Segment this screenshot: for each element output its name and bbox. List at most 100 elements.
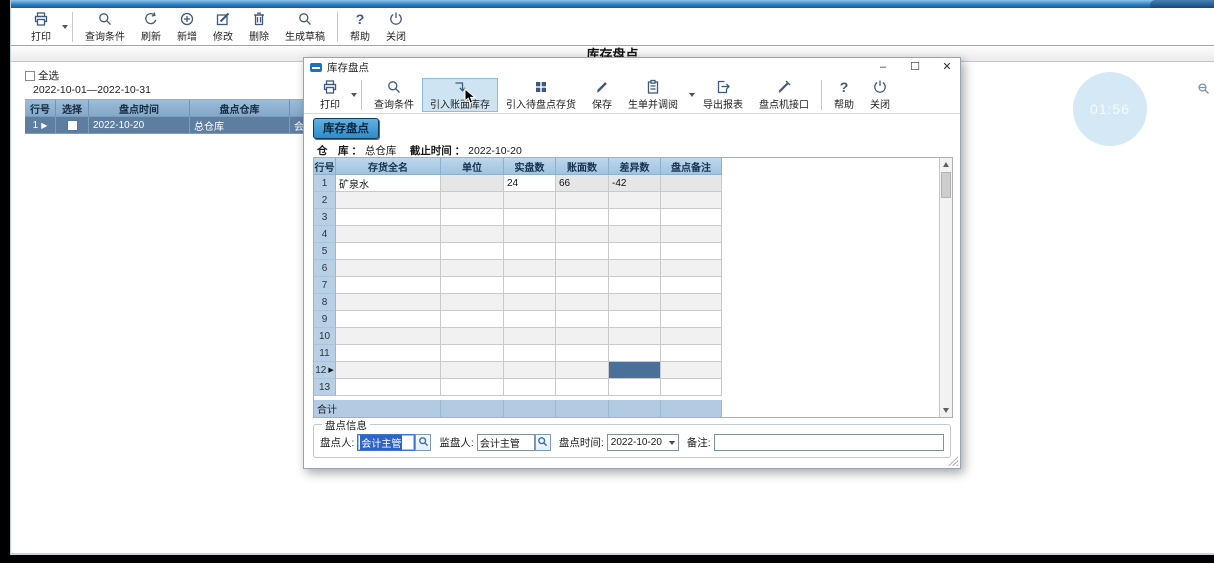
dialog-title-bar[interactable]: 库存盘点 – ☐ ✕ bbox=[304, 58, 960, 77]
grid-cell-unit[interactable] bbox=[441, 243, 504, 260]
grid-cell-diff[interactable] bbox=[609, 192, 661, 209]
grid-cell-note[interactable] bbox=[661, 294, 722, 311]
grid-cell-book[interactable] bbox=[556, 277, 609, 294]
grid-cell-name[interactable] bbox=[336, 345, 441, 362]
grid-cell-book[interactable] bbox=[556, 311, 609, 328]
grid-cell-note[interactable] bbox=[661, 277, 722, 294]
grid-row-number[interactable]: 2 bbox=[314, 192, 336, 209]
grid-cell-name[interactable] bbox=[336, 294, 441, 311]
grid-cell-actual[interactable] bbox=[504, 328, 556, 345]
select-all-checkbox[interactable]: 全选 bbox=[25, 68, 59, 83]
grid-cell-diff[interactable] bbox=[609, 243, 661, 260]
count-time-combobox[interactable]: 2022-10-20 bbox=[607, 434, 679, 451]
maximize-button[interactable]: ☐ bbox=[908, 58, 922, 77]
toolbar-button-refresh[interactable]: 刷新 bbox=[133, 10, 169, 44]
row-checkbox[interactable] bbox=[56, 117, 89, 134]
grid-cell-diff[interactable] bbox=[609, 209, 661, 226]
grid-cell-actual[interactable] bbox=[504, 345, 556, 362]
grid-cell-unit[interactable] bbox=[441, 311, 504, 328]
grid-cell-actual[interactable] bbox=[504, 243, 556, 260]
toolbar-button-device-pen[interactable]: 盘点机接口 bbox=[751, 78, 817, 112]
grid-cell-book[interactable] bbox=[556, 243, 609, 260]
grid-cell-name[interactable] bbox=[336, 209, 441, 226]
grid-cell-book[interactable] bbox=[556, 345, 609, 362]
grid-cell-diff[interactable] bbox=[609, 379, 661, 396]
toolbar-button-help[interactable]: ?帮助 bbox=[342, 10, 378, 44]
grid-cell-book[interactable] bbox=[556, 226, 609, 243]
grid-cell-unit[interactable] bbox=[441, 328, 504, 345]
grid-cell-name[interactable] bbox=[336, 362, 441, 379]
toolbar-button-search[interactable]: 生成草稿 bbox=[277, 10, 333, 44]
grid-cell-note[interactable] bbox=[661, 362, 722, 379]
grid-cell-book[interactable] bbox=[556, 328, 609, 345]
scroll-down-arrow-icon[interactable] bbox=[940, 404, 952, 417]
grid-cell-actual[interactable] bbox=[504, 260, 556, 277]
grid-cell-actual[interactable] bbox=[504, 277, 556, 294]
grid-row-number[interactable]: 11 bbox=[314, 345, 336, 362]
toolbar-button-help[interactable]: ?帮助 bbox=[826, 78, 862, 112]
grid-cell-unit[interactable] bbox=[441, 226, 504, 243]
toolbar-button-grid[interactable]: 引入待盘点存货 bbox=[498, 78, 584, 112]
grid-cell-actual[interactable] bbox=[504, 192, 556, 209]
grid-cell-note[interactable] bbox=[661, 311, 722, 328]
grid-cell-diff[interactable] bbox=[609, 311, 661, 328]
grid-cell-unit[interactable] bbox=[441, 260, 504, 277]
grid-cell-diff[interactable] bbox=[609, 277, 661, 294]
grid-row-number[interactable]: 5 bbox=[314, 243, 336, 260]
grid-cell-note[interactable] bbox=[661, 379, 722, 396]
grid-cell-actual[interactable] bbox=[504, 379, 556, 396]
grid-cell-actual[interactable] bbox=[504, 294, 556, 311]
grid-cell-name[interactable] bbox=[336, 379, 441, 396]
tab-stocktaking[interactable]: 库存盘点 bbox=[313, 118, 379, 139]
toolbar-button-search[interactable]: 查询条件 bbox=[77, 10, 133, 44]
resize-grip[interactable] bbox=[948, 456, 958, 466]
grid-cell-diff[interactable] bbox=[609, 328, 661, 345]
close-button[interactable]: ✕ bbox=[940, 58, 954, 77]
grid-cell-unit[interactable] bbox=[441, 362, 504, 379]
grid-cell-name[interactable] bbox=[336, 260, 441, 277]
grid-cell-book[interactable] bbox=[556, 379, 609, 396]
toolbar-button-search[interactable]: 查询条件 bbox=[366, 78, 422, 112]
grid-row-number[interactable]: 8 bbox=[314, 294, 336, 311]
grid-cell-name[interactable] bbox=[336, 243, 441, 260]
minimize-button[interactable]: – bbox=[876, 58, 890, 77]
toolbar-button-power[interactable]: 关闭 bbox=[378, 10, 414, 44]
grid-cell-unit[interactable] bbox=[441, 192, 504, 209]
toolbar-button-add[interactable]: 新增 bbox=[169, 10, 205, 44]
grid-cell-book[interactable] bbox=[556, 260, 609, 277]
grid-row-number[interactable]: 12▶ bbox=[314, 362, 336, 379]
grid-cell-name[interactable] bbox=[336, 328, 441, 345]
supervisor-input[interactable]: 会计主管 bbox=[477, 434, 535, 451]
grid-cell-unit[interactable] bbox=[441, 345, 504, 362]
grid-cell-unit[interactable] bbox=[441, 209, 504, 226]
zoom-search-icon[interactable] bbox=[1197, 82, 1210, 100]
grid-cell-note[interactable] bbox=[661, 243, 722, 260]
grid-cell-unit[interactable] bbox=[441, 379, 504, 396]
dropdown-caret-icon[interactable] bbox=[62, 25, 68, 29]
grid-cell-note[interactable] bbox=[661, 192, 722, 209]
grid-cell-diff[interactable] bbox=[609, 226, 661, 243]
checkbox-icon[interactable] bbox=[25, 71, 35, 81]
toolbar-button-clipboard[interactable]: 生单并调阅 bbox=[620, 78, 686, 112]
grid-cell-actual[interactable] bbox=[504, 311, 556, 328]
toolbar-button-power[interactable]: 关闭 bbox=[862, 78, 898, 112]
grid-cell-note[interactable] bbox=[661, 345, 722, 362]
grid-cell-note[interactable] bbox=[661, 175, 722, 192]
grid-cell-note[interactable] bbox=[661, 260, 722, 277]
toolbar-button-edit[interactable]: 修改 bbox=[205, 10, 241, 44]
grid-cell-diff[interactable] bbox=[609, 345, 661, 362]
grid-row-number[interactable]: 4 bbox=[314, 226, 336, 243]
grid-cell-diff[interactable]: -42 bbox=[609, 175, 661, 192]
grid-cell-unit[interactable] bbox=[441, 175, 504, 192]
grid-cell-book[interactable] bbox=[556, 362, 609, 379]
grid-row-number[interactable]: 7 bbox=[314, 277, 336, 294]
grid-cell-book[interactable] bbox=[556, 209, 609, 226]
counter-lookup-button[interactable] bbox=[415, 434, 431, 451]
grid-row-number[interactable]: 10 bbox=[314, 328, 336, 345]
grid-cell-diff[interactable] bbox=[609, 362, 661, 379]
grid-cell-actual[interactable]: 24 bbox=[504, 175, 556, 192]
scroll-up-arrow-icon[interactable] bbox=[940, 158, 952, 171]
grid-row-number[interactable]: 9 bbox=[314, 311, 336, 328]
note-input[interactable] bbox=[714, 434, 944, 451]
grid-cell-book[interactable] bbox=[556, 192, 609, 209]
